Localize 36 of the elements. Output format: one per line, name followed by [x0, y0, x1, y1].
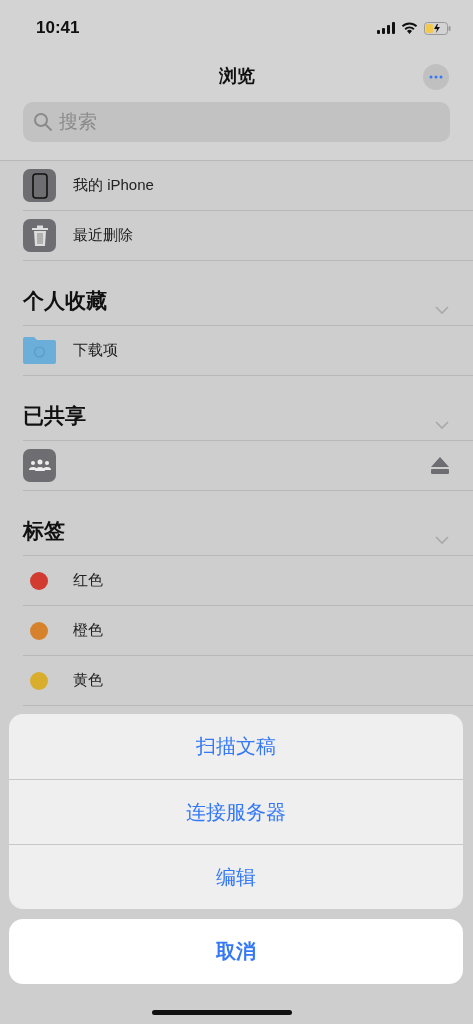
action-button[interactable]: 编辑	[9, 844, 463, 909]
section-title: 个人收藏	[23, 288, 107, 314]
search-icon	[33, 112, 53, 132]
row-label: 最近删除	[73, 226, 133, 245]
page-title: 浏览	[218, 65, 255, 88]
eject-icon[interactable]	[431, 457, 449, 474]
more-button[interactable]	[423, 64, 449, 90]
people-icon	[23, 449, 56, 482]
chevron-icon[interactable]	[435, 421, 449, 430]
cancel-button[interactable]: 取消	[9, 919, 463, 984]
list-row[interactable]: 黄色	[23, 656, 473, 706]
section-title: 标签	[23, 518, 65, 544]
row-label: 下载项	[73, 341, 118, 360]
phone-icon	[23, 169, 56, 202]
list-row[interactable]: 橙色	[23, 606, 473, 656]
folder-icon	[23, 337, 56, 364]
row-label: 橙色	[73, 621, 103, 640]
list-row[interactable]: 下载项	[23, 326, 473, 376]
row-label: 黄色	[73, 671, 103, 690]
more-icon	[429, 75, 443, 79]
chevron-icon[interactable]	[435, 536, 449, 545]
status-time: 10:41	[36, 18, 80, 38]
list-row[interactable]: 红色	[23, 556, 473, 606]
wifi-icon	[401, 22, 418, 34]
section-title: 已共享	[23, 403, 86, 429]
location-row[interactable]: 最近删除	[23, 211, 473, 261]
signal-icon	[377, 22, 395, 34]
action-button[interactable]: 扫描文稿	[9, 714, 463, 779]
location-row[interactable]: 我的 iPhone	[23, 161, 473, 211]
battery-icon	[424, 21, 451, 35]
search-field[interactable]: 搜索	[23, 102, 450, 142]
trash-icon	[23, 219, 56, 252]
action-button[interactable]: 连接服务器	[9, 779, 463, 844]
row-label: 我的 iPhone	[73, 176, 154, 195]
row-label: 红色	[73, 571, 103, 590]
chevron-icon[interactable]	[435, 306, 449, 315]
